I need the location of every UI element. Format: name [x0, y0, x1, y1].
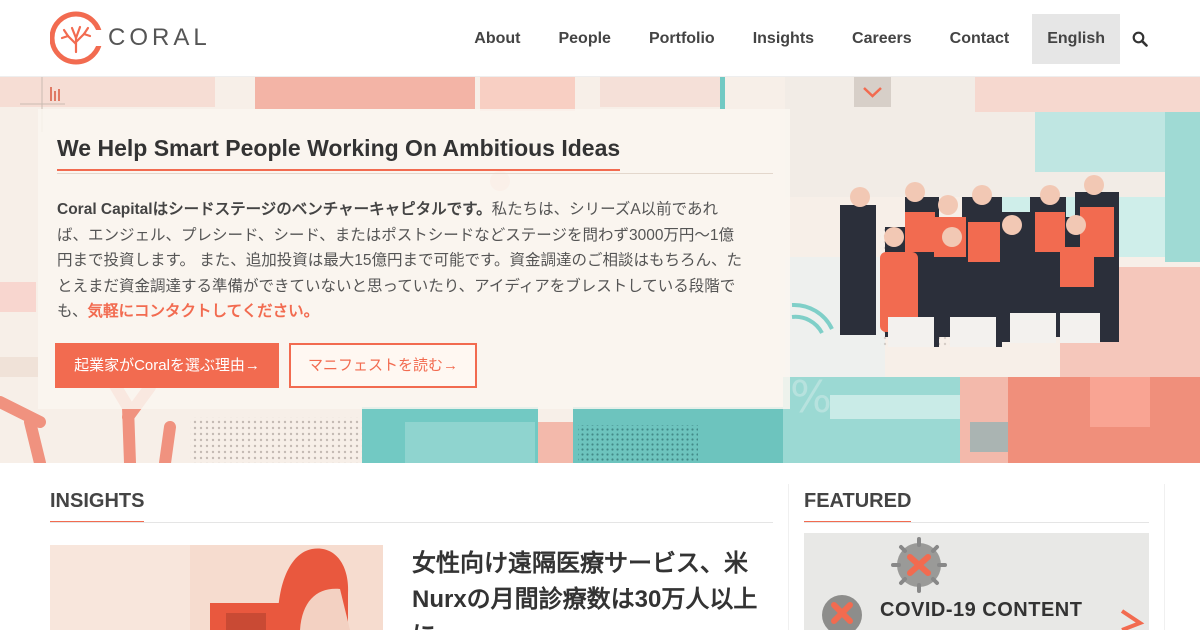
- hero-description: Coral Capitalはシードステージのベンチャーキャピタルです。私たちは、…: [57, 197, 747, 325]
- article-title[interactable]: 女性向け遠隔医療サービス、米Nurxの月間診療数は30万人以上に: [412, 546, 772, 630]
- coral-logo[interactable]: CORAL: [50, 10, 211, 66]
- read-manifesto-button[interactable]: マニフェストを読む→: [289, 343, 477, 388]
- featured-divider: [804, 522, 1149, 523]
- nav-contact[interactable]: Contact: [931, 14, 1029, 64]
- chevron-down-icon: [863, 87, 882, 98]
- featured-card-label: COVID-19 CONTENT: [880, 599, 1083, 621]
- hero-divider: [57, 173, 773, 174]
- hero-section: % We Help Smart People Working On Ambiti…: [0, 77, 1200, 463]
- search-icon: [1132, 31, 1148, 47]
- search-button[interactable]: [1120, 14, 1160, 64]
- site-header: CORAL About People Portfolio Insights Ca…: [0, 0, 1200, 77]
- coral-logo-icon: [50, 11, 102, 65]
- nav-insights[interactable]: Insights: [734, 14, 833, 64]
- insights-heading: INSIGHTS: [50, 490, 145, 523]
- nav-about[interactable]: About: [455, 14, 539, 64]
- insights-divider: [50, 522, 773, 523]
- nav-portfolio[interactable]: Portfolio: [630, 14, 734, 64]
- why-coral-button[interactable]: 起業家がCoralを選ぶ理由→: [55, 343, 279, 388]
- hero-title: We Help Smart People Working On Ambitiou…: [57, 135, 621, 171]
- svg-text:%: %: [790, 372, 832, 423]
- nav-careers[interactable]: Careers: [833, 14, 931, 64]
- brand-name: CORAL: [108, 24, 211, 51]
- article-image: [50, 545, 383, 630]
- main-nav: About People Portfolio Insights Careers …: [455, 14, 1160, 64]
- nav-people[interactable]: People: [539, 14, 629, 64]
- featured-card-covid[interactable]: COVID-19 CONTENT: [804, 533, 1149, 630]
- featured-heading: FEATURED: [804, 490, 912, 523]
- hero-lead-text: Coral Capitalはシードステージのベンチャーキャピタルです。: [57, 201, 492, 218]
- article-thumbnail[interactable]: [50, 545, 383, 630]
- language-switch[interactable]: English: [1032, 14, 1120, 64]
- hero-scroll-toggle[interactable]: [854, 77, 891, 107]
- contact-inline-link[interactable]: 気軽にコンタクトしてください。: [88, 303, 320, 320]
